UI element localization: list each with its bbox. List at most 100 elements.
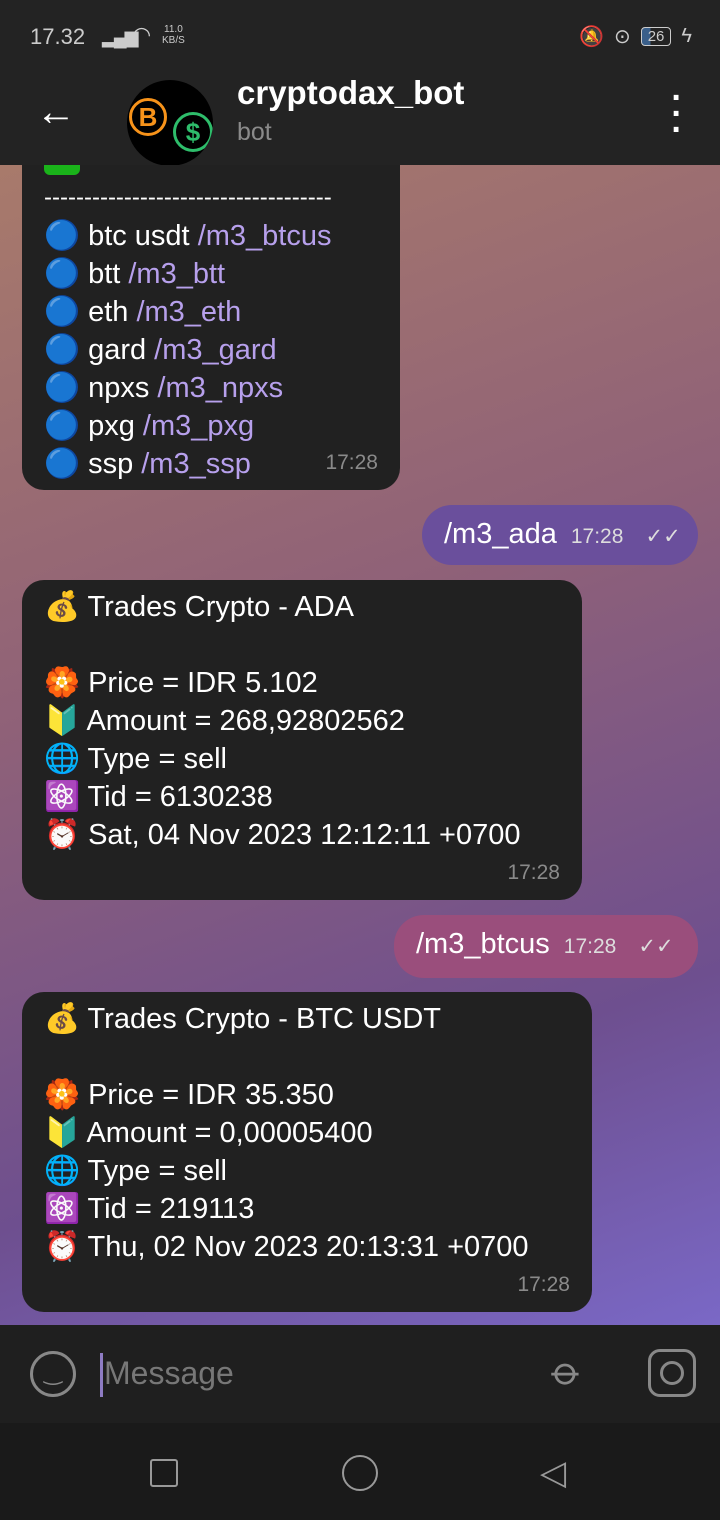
money-bag-icon: 💰 [44, 1003, 81, 1035]
line-emoji-icon: 🔵 [44, 258, 81, 290]
chat-subtitle: bot [237, 118, 272, 146]
line-text: eth [88, 296, 137, 328]
message-time: 17:28 [517, 1273, 570, 1296]
trade-title-text: Trades Crypto - BTC USDT [87, 1003, 441, 1035]
system-nav-bar: ◁ [0, 1423, 720, 1520]
mute-bell-icon: 🔕 [579, 26, 604, 48]
message-line: 🔵 btc usdt /m3_btcus [44, 217, 378, 255]
status-bar: 17.32 ▂▄▆ ◠ 11.0 KB/S 🔕 ⊙ 26 ϟ [0, 0, 720, 72]
line-emoji-icon: 🔵 [44, 448, 81, 480]
line-text: Type = sell [87, 1155, 227, 1187]
line-text: ssp [88, 448, 142, 480]
line-emoji-icon: ⚛️ [44, 781, 81, 813]
message-line: ⚛️ Tid = 6130238 [44, 778, 560, 816]
message-bubble-out: /m3_btcus 17:28 ✓✓ [394, 915, 698, 978]
line-text: Price = IDR 5.102 [88, 667, 318, 699]
chat-header: ← B $ cryptodax_bot bot · · · [0, 72, 720, 166]
chat-title[interactable]: cryptodax_bot [237, 74, 464, 112]
message-time: 17:28 [325, 451, 378, 474]
line-emoji-icon: 🔵 [44, 220, 81, 252]
message-input-bar: ‿ Message ⌀ [0, 1325, 720, 1423]
line-emoji-icon: 🌐 [44, 743, 81, 775]
recents-button[interactable] [150, 1459, 178, 1487]
status-time: 17.32 [30, 24, 86, 49]
message-line: 🔵 btt /m3_btt [44, 255, 378, 293]
message-line: ⏰ Sat, 04 Nov 2023 12:12:11 +0700 [44, 816, 560, 854]
rotation-lock-icon: ⊙ [613, 26, 631, 48]
text-cursor [100, 1353, 103, 1397]
line-emoji-icon: 🔰 [44, 705, 81, 737]
line-text: Amount = 268,92802562 [86, 705, 405, 737]
command-link[interactable]: /m3_ssp [141, 448, 251, 480]
line-emoji-icon: 🏵️ [44, 1079, 81, 1111]
message-bubble-out: /m3_ada 17:28 ✓✓ [422, 505, 698, 565]
read-check-icon: ✓✓ [645, 525, 681, 548]
message-line: 🔵 pxg /m3_pxg [44, 407, 378, 445]
message-bubble-in: ------------------------------------ 🔵 b… [22, 165, 400, 490]
line-text: Thu, 02 Nov 2023 20:13:31 +0700 [87, 1231, 529, 1263]
command-link[interactable]: /m3_btcus [198, 220, 332, 252]
camera-icon[interactable] [648, 1349, 696, 1397]
read-check-icon: ✓✓ [638, 935, 674, 958]
battery-level: 26 [647, 28, 665, 45]
line-emoji-icon: ⏰ [44, 1231, 81, 1263]
line-emoji-icon: 🏵️ [44, 667, 81, 699]
home-button[interactable] [342, 1455, 378, 1491]
message-text: /m3_btcus [416, 928, 550, 960]
message-line: 🔵 gard /m3_gard [44, 331, 378, 369]
back-arrow-icon[interactable]: ← [36, 90, 76, 135]
message-line: 🔵 npxs /m3_npxs [44, 369, 378, 407]
message-input[interactable]: Message [104, 1355, 234, 1392]
command-link[interactable]: /m3_eth [136, 296, 241, 328]
trade-details: 🏵️ Price = IDR 35.350 🔰 Amount = 0,000054… [44, 1076, 570, 1266]
line-emoji-icon: 🔵 [44, 296, 81, 328]
net-speed: 11.0 KB/S [162, 24, 185, 46]
green-emoji [44, 165, 378, 179]
message-bubble-in: 💰 Trades Crypto - BTC USDT 🏵️ Price = ID… [22, 992, 592, 1312]
command-link[interactable]: /m3_gard [154, 334, 277, 366]
separator: ------------------------------------ [44, 184, 332, 211]
line-text: gard [88, 334, 155, 366]
battery-icon: 26 [640, 27, 672, 46]
dollar-icon: $ [173, 112, 213, 152]
bot-avatar[interactable]: B $ [127, 80, 213, 166]
back-button[interactable]: ◁ [540, 1453, 566, 1493]
line-emoji-icon: 🌐 [44, 1155, 81, 1187]
message-time: 17:28 [507, 861, 560, 884]
message-time: 17:28 [570, 525, 624, 548]
command-link[interactable]: /m3_pxg [143, 410, 254, 442]
message-line: ⚛️ Tid = 219113 [44, 1190, 570, 1228]
line-text: btc usdt [88, 220, 198, 252]
trade-title-text: Trades Crypto - ADA [87, 591, 354, 623]
line-emoji-icon: ⚛️ [44, 1193, 81, 1225]
command-link[interactable]: /m3_btt [128, 258, 225, 290]
line-emoji-icon: 🔵 [44, 410, 81, 442]
trade-title: 💰 Trades Crypto - ADA [44, 588, 560, 626]
message-line: 🔰 Amount = 0,00005400 [44, 1114, 570, 1152]
net-speed-unit: KB/S [162, 35, 185, 46]
trade-details: 🏵️ Price = IDR 5.102 🔰 Amount = 268,92802… [44, 664, 560, 854]
message-line: 🌐 Type = sell [44, 740, 560, 778]
message-line: ⏰ Thu, 02 Nov 2023 20:13:31 +0700 [44, 1228, 570, 1266]
line-text: Amount = 0,00005400 [86, 1117, 373, 1149]
message-bubble-in: 💰 Trades Crypto - ADA 🏵️ Price = IDR 5.1… [22, 580, 582, 900]
command-link[interactable]: /m3_npxs [157, 372, 283, 404]
line-text: Tid = 6130238 [87, 781, 273, 813]
message-text: /m3_ada [444, 518, 557, 550]
money-bag-icon: 💰 [44, 591, 81, 623]
charging-icon: ϟ [681, 25, 692, 47]
line-text: npxs [88, 372, 158, 404]
line-emoji-icon: ⏰ [44, 819, 81, 851]
more-vert-icon[interactable]: · · · [670, 81, 684, 147]
chat-area[interactable]: ------------------------------------ 🔵 b… [0, 165, 720, 1325]
line-text: pxg [88, 410, 143, 442]
message-line: 🏵️ Price = IDR 35.350 [44, 1076, 570, 1114]
emoji-icon[interactable]: ‿ [30, 1351, 76, 1397]
line-text: Price = IDR 35.350 [88, 1079, 334, 1111]
line-text: Type = sell [87, 743, 227, 775]
attach-icon[interactable]: ⌀ [542, 1347, 592, 1397]
message-line: 🏵️ Price = IDR 5.102 [44, 664, 560, 702]
message-line: 🔵 eth /m3_eth [44, 293, 378, 331]
line-text: Tid = 219113 [87, 1193, 255, 1225]
message-line: 🌐 Type = sell [44, 1152, 570, 1190]
